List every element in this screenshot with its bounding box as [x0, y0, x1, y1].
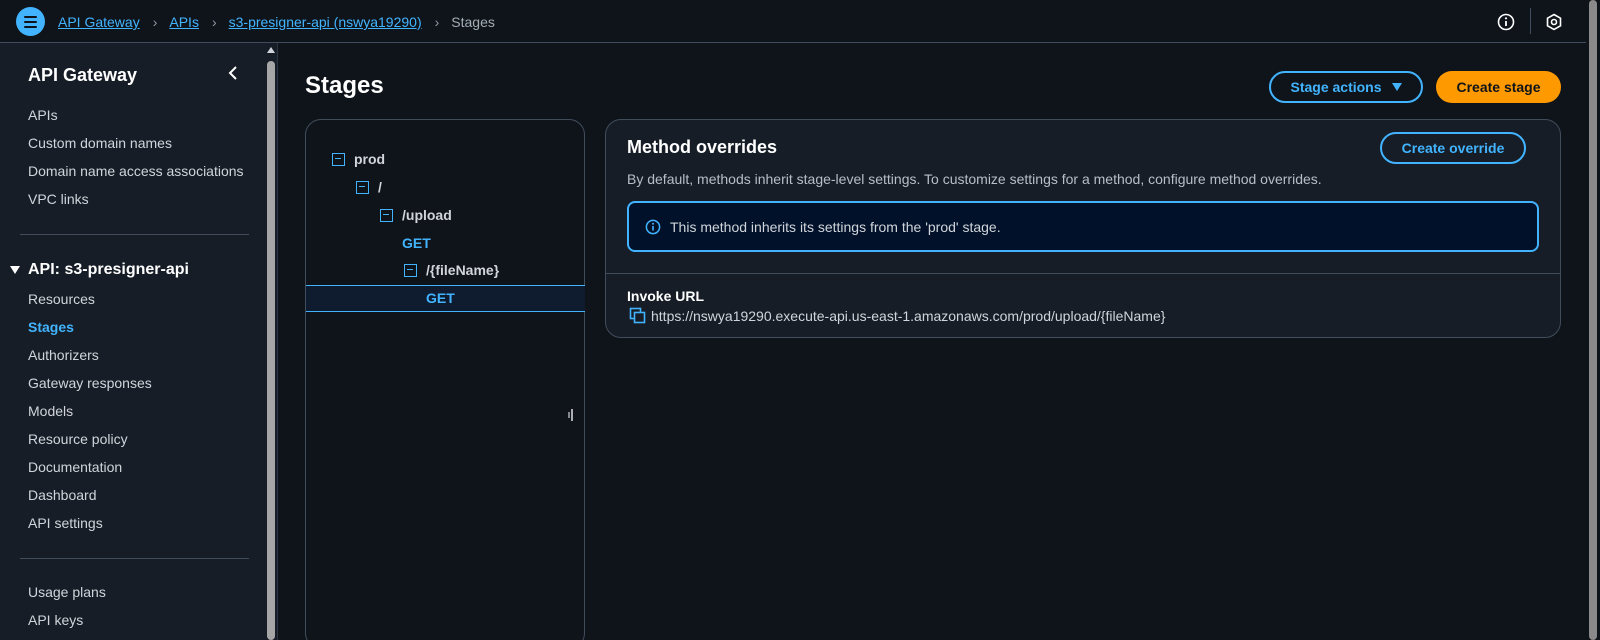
- breadcrumb-api-gateway[interactable]: API Gateway: [58, 14, 140, 30]
- sidebar-item-api-settings[interactable]: API settings: [28, 515, 103, 531]
- sidebar-scrollbar[interactable]: [265, 43, 277, 640]
- panel-resize-handle[interactable]: [568, 408, 574, 422]
- page-title: Stages: [305, 72, 384, 99]
- sidebar-item-dashboard[interactable]: Dashboard: [28, 487, 97, 503]
- sidebar-item-resource-policy[interactable]: Resource policy: [28, 431, 128, 447]
- tree-node-upload[interactable]: /upload: [380, 207, 452, 223]
- menu-icon[interactable]: [16, 7, 45, 36]
- tree-node-label: /{fileName}: [426, 262, 500, 278]
- sidebar-api-group[interactable]: API: s3-presigner-api: [10, 261, 189, 279]
- sidebar-item-documentation[interactable]: Documentation: [28, 459, 122, 475]
- tree-node-label: /: [378, 179, 382, 195]
- chevron-left-icon[interactable]: [226, 65, 242, 81]
- sidebar-item-authorizers[interactable]: Authorizers: [28, 347, 99, 363]
- invoke-url-value: https://nswya19290.execute-api.us-east-1…: [651, 308, 1166, 324]
- chevron-right-icon: ›: [211, 14, 217, 30]
- header-divider: [1530, 8, 1531, 34]
- sidebar-item-apis[interactable]: APIs: [28, 107, 58, 123]
- sidebar-item-stages[interactable]: Stages: [28, 319, 74, 335]
- copy-icon[interactable]: [629, 307, 647, 325]
- collapse-icon[interactable]: [404, 263, 417, 277]
- sidebar-divider: [20, 558, 249, 559]
- chevron-right-icon: ›: [152, 14, 158, 30]
- tree-node-label: GET: [426, 290, 455, 306]
- section-divider: [606, 273, 1560, 274]
- method-overrides-description: By default, methods inherit stage-level …: [627, 171, 1322, 187]
- sidebar-item-domain-name-access-associations[interactable]: Domain name access associations: [28, 163, 244, 179]
- stage-actions-button[interactable]: Stage actions: [1269, 71, 1423, 103]
- tree-node-prod[interactable]: prod: [332, 151, 385, 167]
- breadcrumb-apis[interactable]: APIs: [169, 14, 199, 30]
- stage-actions-label: Stage actions: [1290, 79, 1382, 95]
- tree-node-label: prod: [354, 151, 386, 167]
- chevron-right-icon: ›: [434, 14, 440, 30]
- sidebar-item-api-keys[interactable]: API keys: [28, 612, 83, 628]
- sidebar-api-group-label: API: s3-presigner-api: [28, 261, 189, 278]
- create-override-label: Create override: [1401, 140, 1505, 156]
- sidebar-title: API Gateway: [28, 65, 138, 85]
- sidebar-divider: [20, 234, 249, 235]
- invoke-url-label: Invoke URL: [627, 288, 705, 304]
- sidebar-item-vpc-links[interactable]: VPC links: [28, 191, 89, 207]
- create-override-button[interactable]: Create override: [1380, 132, 1526, 164]
- collapse-icon[interactable]: [332, 152, 345, 166]
- info-icon[interactable]: [1497, 13, 1515, 31]
- caret-down-icon: [1391, 83, 1402, 91]
- breadcrumb-current-stages: Stages: [451, 14, 495, 30]
- tree-node-label: GET: [402, 235, 431, 251]
- invoke-url-row: https://nswya19290.execute-api.us-east-1…: [629, 307, 1165, 325]
- stage-resource-tree: prod / /upload GET /{fileName} GET: [305, 119, 585, 640]
- info-icon: [645, 219, 661, 234]
- tree-node-root[interactable]: /: [356, 179, 382, 195]
- window-scrollbar-thumb[interactable]: [1589, 0, 1597, 640]
- tree-node-filename[interactable]: /{fileName}: [404, 262, 499, 278]
- method-overrides-panel: Method overrides Create override By defa…: [605, 119, 1561, 338]
- sidebar-item-models[interactable]: Models: [28, 403, 73, 419]
- sidebar-scrollbar-thumb[interactable]: [267, 61, 275, 640]
- collapse-icon[interactable]: [356, 180, 369, 194]
- collapse-icon[interactable]: [380, 208, 393, 222]
- tree-node-filename-get[interactable]: GET: [426, 290, 455, 306]
- sidebar-item-resources[interactable]: Resources: [28, 291, 95, 307]
- sidebar-item-usage-plans[interactable]: Usage plans: [28, 584, 106, 600]
- sidebar-item-custom-domain-names[interactable]: Custom domain names: [28, 135, 172, 151]
- scroll-up-arrow-icon[interactable]: [267, 47, 275, 53]
- caret-down-icon: [10, 266, 20, 274]
- settings-hex-icon[interactable]: [1545, 13, 1563, 31]
- tree-node-upload-get[interactable]: GET: [402, 235, 431, 251]
- sidebar-item-gateway-responses[interactable]: Gateway responses: [28, 375, 152, 391]
- breadcrumb: API Gateway › APIs › s3-presigner-api (n…: [58, 13, 495, 31]
- top-navigation-bar: API Gateway › APIs › s3-presigner-api (n…: [0, 0, 1600, 43]
- tree-node-label: /upload: [402, 207, 452, 223]
- method-overrides-title: Method overrides: [627, 137, 778, 157]
- info-alert: This method inherits its settings from t…: [627, 201, 1539, 252]
- window-scrollbar[interactable]: [1586, 0, 1600, 640]
- breadcrumb-api[interactable]: s3-presigner-api (nswya19290): [229, 14, 422, 30]
- create-stage-button[interactable]: Create stage: [1436, 71, 1561, 103]
- sidebar: API Gateway APIs Custom domain names Dom…: [0, 43, 278, 640]
- info-alert-text: This method inherits its settings from t…: [670, 218, 1001, 235]
